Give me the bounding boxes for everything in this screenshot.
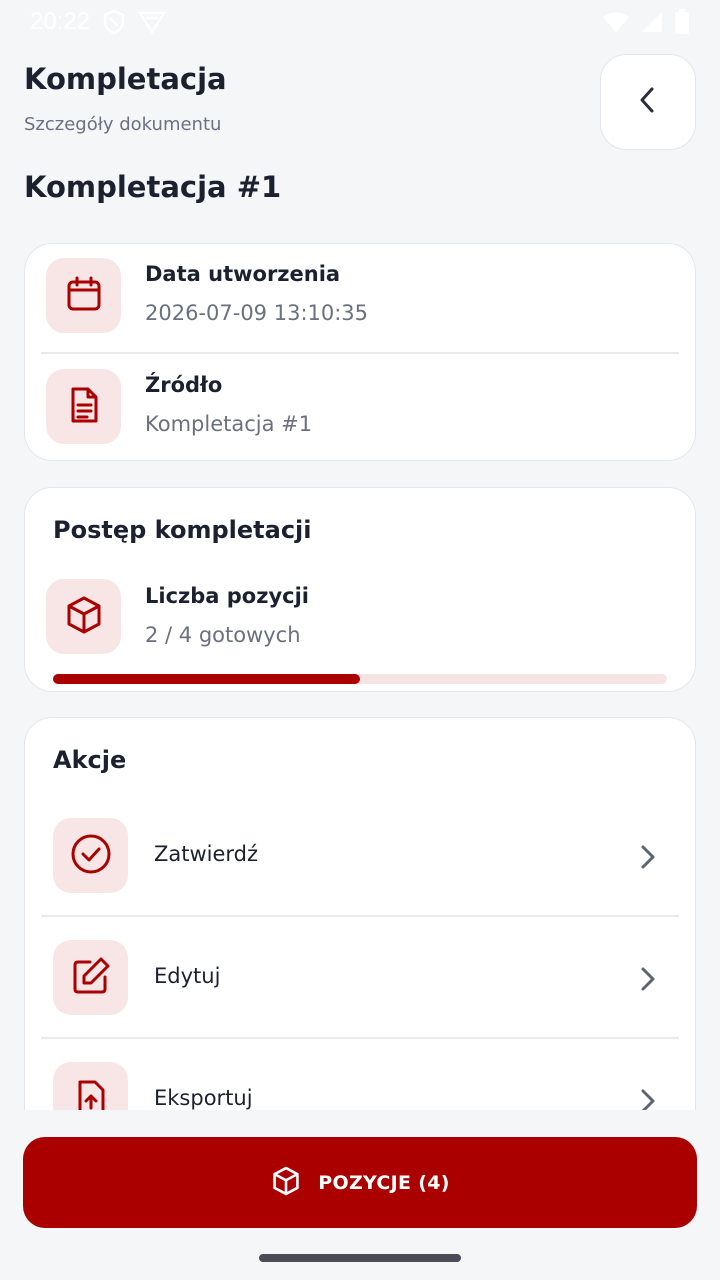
positions-button[interactable]: POZYCJE (4) — [23, 1137, 697, 1228]
back-button[interactable] — [600, 54, 696, 150]
items-count-value: 2 / 4 gotowych — [145, 623, 301, 647]
source-value: Kompletacja #1 — [145, 412, 313, 436]
progress-bar-fill — [53, 674, 360, 684]
battery-icon — [674, 9, 690, 35]
check-icon-box — [53, 818, 128, 893]
document-icon-box — [46, 369, 121, 444]
status-right — [602, 9, 690, 35]
vpn-icon — [138, 10, 167, 34]
created-value: 2026-07-09 13:10:35 — [145, 301, 369, 325]
document-title: Kompletacja #1 — [24, 170, 282, 204]
calendar-icon-box — [46, 258, 121, 333]
home-indicator[interactable] — [259, 1254, 461, 1262]
action-approve-label: Zatwierdź — [154, 842, 259, 866]
progress-title: Postęp kompletacji — [53, 516, 312, 544]
items-count-label: Liczba pozycji — [145, 584, 309, 608]
status-left: 20:22 — [30, 8, 167, 36]
box-icon-box — [46, 579, 121, 654]
status-bar: 20:22 — [0, 0, 720, 44]
document-icon — [64, 385, 104, 429]
progress-bar — [53, 674, 667, 684]
wifi-icon — [602, 11, 630, 33]
chevron-left-icon — [633, 85, 663, 119]
actions-title: Akcje — [53, 746, 127, 774]
signal-icon — [640, 10, 664, 34]
box-icon — [63, 594, 105, 640]
edit-icon — [70, 955, 112, 1001]
action-edit[interactable]: Edytuj — [25, 916, 695, 1038]
action-export-label: Eksportuj — [154, 1086, 253, 1110]
header: Kompletacja Szczegóły dokumentu — [24, 62, 504, 135]
document-info-card: Data utworzenia 2026-07-09 13:10:35 Źród… — [24, 243, 696, 461]
progress-card: Postęp kompletacji Liczba pozycji 2 / 4 … — [24, 487, 696, 692]
status-time: 20:22 — [30, 8, 91, 35]
action-approve[interactable]: Zatwierdź — [25, 794, 695, 916]
actions-card: Akcje Zatwierdź Edytuj Eksportuj — [24, 717, 696, 1137]
page-title: Kompletacja — [24, 62, 227, 96]
box-icon — [270, 1165, 302, 1201]
page-subtitle: Szczegóły dokumentu — [24, 114, 222, 135]
source-label: Źródło — [145, 373, 223, 397]
divider — [41, 352, 679, 354]
edit-icon-box — [53, 940, 128, 1015]
calendar-icon — [64, 274, 104, 318]
shield-icon — [102, 9, 126, 35]
check-circle-icon — [69, 832, 113, 880]
positions-button-label: POZYCJE (4) — [318, 1171, 450, 1194]
created-label: Data utworzenia — [145, 262, 341, 286]
action-edit-label: Edytuj — [154, 964, 221, 988]
chevron-right-icon — [637, 844, 659, 874]
chevron-right-icon — [637, 966, 659, 996]
